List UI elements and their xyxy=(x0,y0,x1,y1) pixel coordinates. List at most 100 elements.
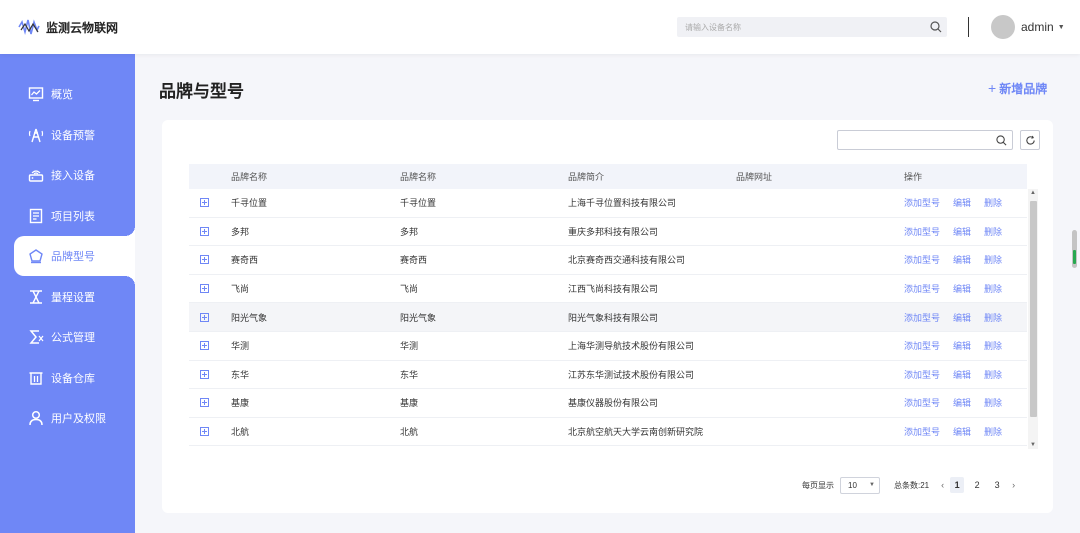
page-2[interactable]: 2 xyxy=(970,477,984,493)
edit-link[interactable]: 编辑 xyxy=(953,425,971,438)
next-page-icon[interactable]: › xyxy=(1012,480,1015,490)
cell-brand-name-2: 东华 xyxy=(400,369,419,380)
refresh-button[interactable] xyxy=(1020,130,1040,150)
per-page-select[interactable]: 10 ▼ xyxy=(840,476,880,494)
page-1[interactable]: 1 xyxy=(950,477,965,493)
expand-plus-icon[interactable] xyxy=(199,198,209,208)
cell-actions: 添加型号 编辑 删除 xyxy=(892,282,1027,295)
sidebar-item-device-alarm[interactable]: 设备预警 xyxy=(14,115,135,155)
delete-link[interactable]: 删除 xyxy=(984,196,1002,209)
expand-plus-icon[interactable] xyxy=(199,341,209,351)
expand-plus-icon[interactable] xyxy=(199,369,209,379)
expand-cell xyxy=(189,427,219,437)
column-header-brand-name-2[interactable]: 品牌名称 xyxy=(388,170,556,183)
expand-plus-icon[interactable] xyxy=(199,312,209,322)
expand-cell xyxy=(189,398,219,408)
sidebar-item-label: 品牌型号 xyxy=(51,251,95,263)
add-model-link[interactable]: 添加型号 xyxy=(904,196,940,209)
delete-link[interactable]: 删除 xyxy=(984,339,1002,352)
add-brand-button[interactable]: + 新增品牌 xyxy=(988,80,1047,97)
cell-brand-intro: 基康仪器股份有限公司 xyxy=(568,398,659,409)
delete-link[interactable]: 删除 xyxy=(984,396,1002,409)
edit-link[interactable]: 编辑 xyxy=(953,339,971,352)
scroll-up-icon[interactable]: ▲ xyxy=(1030,190,1036,196)
sidebar-item-project-list[interactable]: 项目列表 xyxy=(14,196,135,236)
expand-cell xyxy=(189,226,219,236)
cell-brand-name-2: 华测 xyxy=(400,341,419,352)
expand-plus-icon[interactable] xyxy=(199,398,209,408)
table-row[interactable]: 千寻位置 千寻位置 上海千寻位置科技有限公司 添加型号 编辑 删除 xyxy=(189,189,1027,218)
delete-link[interactable]: 删除 xyxy=(984,282,1002,295)
table-row[interactable]: 华测 华测 上海华测导航技术股份有限公司 添加型号 编辑 删除 xyxy=(189,332,1027,361)
table-row[interactable]: 多邦 多邦 重庆多邦科技有限公司 添加型号 编辑 删除 xyxy=(189,218,1027,247)
add-model-link[interactable]: 添加型号 xyxy=(904,225,940,238)
add-model-link[interactable]: 添加型号 xyxy=(904,396,940,409)
sidebar-item-access-device[interactable]: 接入设备 xyxy=(14,155,135,195)
scroll-down-icon[interactable]: ▼ xyxy=(1030,442,1036,448)
delete-link[interactable]: 删除 xyxy=(984,368,1002,381)
edit-link[interactable]: 编辑 xyxy=(953,196,971,209)
edit-link[interactable]: 编辑 xyxy=(953,396,971,409)
sidebar-item-users[interactable]: 用户及权限 xyxy=(14,398,135,438)
table-row[interactable]: 阳光气象 阳光气象 阳光气象科技有限公司 添加型号 编辑 删除 xyxy=(189,303,1027,332)
add-model-link[interactable]: 添加型号 xyxy=(904,311,940,324)
logo[interactable]: 监测云物联网 xyxy=(18,18,118,36)
table-row[interactable]: 东华 东华 江苏东华测试技术股份有限公司 添加型号 编辑 删除 xyxy=(189,361,1027,390)
page-3[interactable]: 3 xyxy=(990,477,1004,493)
cell-actions: 添加型号 编辑 删除 xyxy=(892,311,1027,324)
user-menu[interactable]: admin ▼ xyxy=(991,15,1065,39)
sidebar-item-brand-model[interactable]: 品牌型号 xyxy=(14,226,135,286)
sidebar-item-overview[interactable]: 概览 xyxy=(14,74,135,114)
edit-link[interactable]: 编辑 xyxy=(953,282,971,295)
table-scrollbar[interactable]: ▲ ▼ xyxy=(1028,189,1038,449)
add-model-link[interactable]: 添加型号 xyxy=(904,339,940,352)
search-icon[interactable] xyxy=(990,130,1012,150)
header-divider xyxy=(968,17,969,37)
column-header-brand-intro[interactable]: 品牌简介 xyxy=(556,170,724,183)
cell-brand-intro: 江苏东华测试技术股份有限公司 xyxy=(568,369,695,380)
table-row[interactable]: 飞尚 飞尚 江西飞尚科技有限公司 添加型号 编辑 删除 xyxy=(189,275,1027,304)
page-scrollbar[interactable] xyxy=(1072,230,1077,268)
caret-down-icon: ▼ xyxy=(1057,23,1065,31)
expand-plus-icon[interactable] xyxy=(199,284,209,294)
prev-page-icon[interactable]: ‹ xyxy=(941,480,944,490)
add-model-link[interactable]: 添加型号 xyxy=(904,425,940,438)
sidebar-item-warehouse[interactable]: 设备仓库 xyxy=(14,358,135,398)
table-row[interactable]: 基康 基康 基康仪器股份有限公司 添加型号 编辑 删除 xyxy=(189,389,1027,418)
expand-plus-icon[interactable] xyxy=(199,255,209,265)
add-model-link[interactable]: 添加型号 xyxy=(904,253,940,266)
edit-link[interactable]: 编辑 xyxy=(953,253,971,266)
delete-link[interactable]: 删除 xyxy=(984,225,1002,238)
delete-link[interactable]: 删除 xyxy=(984,253,1002,266)
avatar[interactable] xyxy=(991,15,1015,39)
edit-link[interactable]: 编辑 xyxy=(953,368,971,381)
add-model-link[interactable]: 添加型号 xyxy=(904,282,940,295)
search-icon[interactable] xyxy=(925,17,947,37)
delete-link[interactable]: 删除 xyxy=(984,425,1002,438)
sidebar: 概览 设备预警 接入设备 项目列表 品牌型号 量程设置 公式管理 设备仓库 用户… xyxy=(0,54,135,533)
cell-brand-name: 北航 xyxy=(231,427,250,438)
expand-plus-icon[interactable] xyxy=(199,427,209,437)
column-header-brand-url[interactable]: 品牌网址 xyxy=(724,170,892,183)
device-search-input[interactable] xyxy=(677,17,925,37)
expand-cell xyxy=(189,255,219,265)
cell-brand-name-2: 飞尚 xyxy=(400,284,419,295)
add-model-link[interactable]: 添加型号 xyxy=(904,368,940,381)
table-row[interactable]: 北航 北航 北京航空航天大学云南创新研究院 添加型号 编辑 删除 xyxy=(189,418,1027,447)
delete-link[interactable]: 删除 xyxy=(984,311,1002,324)
sidebar-item-range-setting[interactable]: 量程设置 xyxy=(14,277,135,317)
edit-link[interactable]: 编辑 xyxy=(953,225,971,238)
table-row[interactable]: 赛奇西 赛奇西 北京赛奇西交通科技有限公司 添加型号 编辑 删除 xyxy=(189,246,1027,275)
cell-brand-name-2: 赛奇西 xyxy=(400,255,428,266)
edit-link[interactable]: 编辑 xyxy=(953,311,971,324)
cell-brand-name: 阳光气象 xyxy=(231,312,268,323)
scrollbar-thumb[interactable] xyxy=(1030,201,1037,417)
column-header-brand-name[interactable]: 品牌名称 xyxy=(219,170,388,183)
table-search-input[interactable] xyxy=(838,131,990,149)
cell-brand-intro: 阳光气象科技有限公司 xyxy=(568,312,659,323)
sidebar-item-formula[interactable]: 公式管理 xyxy=(14,317,135,357)
plus-icon: + xyxy=(988,80,997,96)
expand-plus-icon[interactable] xyxy=(199,226,209,236)
expand-cell xyxy=(189,198,219,208)
cell-actions: 添加型号 编辑 删除 xyxy=(892,253,1027,266)
